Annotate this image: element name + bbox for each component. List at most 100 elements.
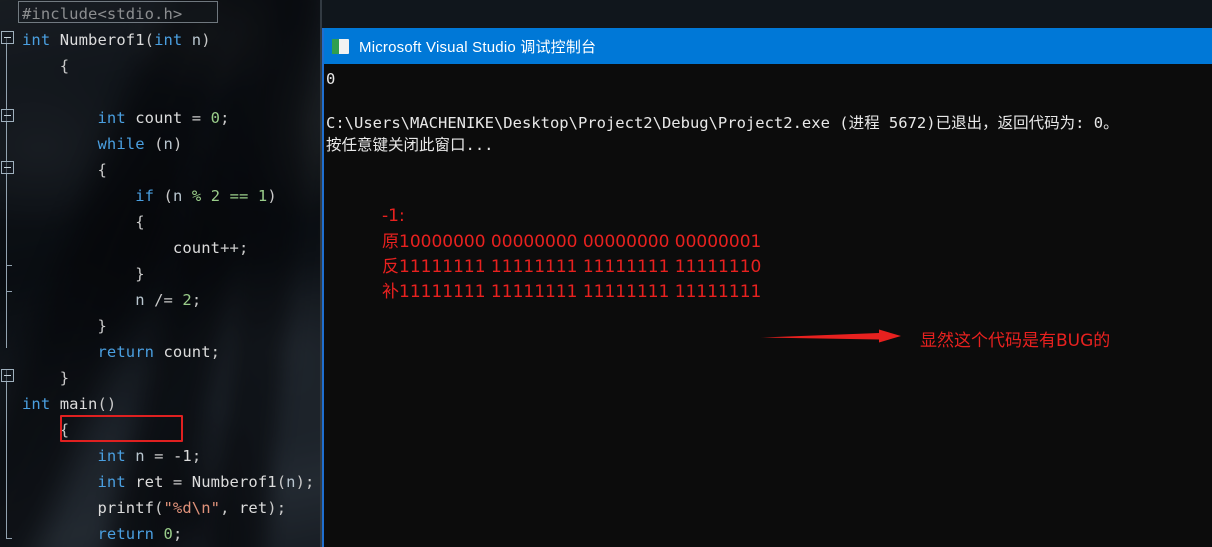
code-line[interactable]: { <box>0 209 145 235</box>
code-token: ; <box>220 109 230 127</box>
code-line[interactable]: int Numberof1(int n) <box>0 27 211 53</box>
code-token: int <box>154 31 183 49</box>
debug-console-window[interactable]: Microsoft Visual Studio 调试控制台 0 C:\Users… <box>322 28 1212 547</box>
code-line[interactable]: if (n % 2 == 1) <box>0 183 277 209</box>
console-titlebar[interactable]: Microsoft Visual Studio 调试控制台 <box>324 28 1212 64</box>
code-token: n <box>135 447 145 465</box>
code-token: int <box>97 447 126 465</box>
red-highlight-box-int-n <box>60 415 183 442</box>
code-token: { <box>59 57 70 75</box>
code-token: 2 <box>210 187 221 205</box>
code-token: int <box>22 31 51 49</box>
console-output-area[interactable]: 0 C:\Users\MACHENIKE\Desktop\Project2\De… <box>324 64 1212 547</box>
code-token: while <box>97 135 145 153</box>
code-token: == <box>229 187 249 205</box>
code-line[interactable]: int n = -1; <box>0 443 201 469</box>
code-token: ++; <box>220 239 249 257</box>
code-line[interactable]: int main() <box>0 391 116 417</box>
press-any-key-line: 按任意键关闭此窗口... <box>326 136 494 154</box>
code-token: int <box>22 395 51 413</box>
code-token: = <box>144 447 173 465</box>
code-line[interactable] <box>0 79 22 105</box>
code-line[interactable]: int count = 0; <box>0 105 230 131</box>
code-token: count <box>172 239 221 257</box>
code-token: return <box>97 343 155 361</box>
code-line[interactable]: { <box>0 53 69 79</box>
code-token: n <box>286 473 296 491</box>
code-line[interactable]: return 0; <box>0 521 182 547</box>
annotation-arrow-label: 显然这个代码是有BUG的 <box>920 331 1111 351</box>
code-token: 0 <box>163 525 173 543</box>
code-token: , <box>220 499 239 517</box>
annotation-heading: -1: <box>382 206 405 226</box>
code-token: ) <box>172 135 183 153</box>
code-line[interactable]: } <box>0 365 69 391</box>
code-token: } <box>97 317 107 335</box>
code-token: count <box>163 343 211 361</box>
code-line[interactable]: n /= 2; <box>0 287 201 313</box>
code-token: = <box>163 473 192 491</box>
code-token: ; <box>172 525 183 543</box>
code-token: ret <box>238 499 268 517</box>
code-token: ; <box>191 447 202 465</box>
code-token: { <box>135 213 145 231</box>
code-token: ; <box>210 343 221 361</box>
code-line[interactable]: } <box>0 261 145 287</box>
code-token: ); <box>267 499 287 517</box>
annotation-row-original: 原10000000 00000000 00000000 00000001 <box>382 232 762 252</box>
code-line[interactable]: return count; <box>0 339 220 365</box>
code-line[interactable]: int ret = Numberof1(n); <box>0 469 314 495</box>
code-line[interactable]: count++; <box>0 235 248 261</box>
code-editor-pane[interactable]: #include<stdio.h> int Numberof1(int n) { … <box>0 0 322 547</box>
annotation-arrow <box>761 326 913 346</box>
code-token: -1 <box>172 447 192 465</box>
code-line[interactable]: { <box>0 417 69 443</box>
code-token: main <box>59 395 98 413</box>
console-title-text: Microsoft Visual Studio 调试控制台 <box>359 38 597 56</box>
code-token: ) <box>201 31 211 49</box>
annotation-row-twos-complement: 补11111111 11111111 11111111 11111111 <box>382 282 762 302</box>
code-token: n <box>163 135 173 153</box>
code-token: 0 <box>210 109 221 127</box>
screenshot-root: #include<stdio.h> int Numberof1(int n) { … <box>0 0 1212 547</box>
code-token: ( <box>276 473 287 491</box>
code-token: 2 <box>182 291 192 309</box>
code-token: ); <box>295 473 315 491</box>
console-window-icon <box>332 38 349 54</box>
code-token: ( <box>144 135 164 153</box>
code-token: ( <box>154 499 164 517</box>
code-line[interactable]: } <box>0 313 107 339</box>
code-line[interactable]: printf("%d\n", ret); <box>0 495 286 521</box>
code-token: ) <box>267 187 277 205</box>
code-token: Numberof1 <box>191 473 277 491</box>
code-token: "%d\n" <box>163 499 221 517</box>
code-line[interactable]: while (n) <box>0 131 182 157</box>
code-token: ( <box>154 187 173 205</box>
code-token: () <box>97 395 117 413</box>
code-token: 1 <box>257 187 268 205</box>
code-line[interactable]: { <box>0 157 107 183</box>
